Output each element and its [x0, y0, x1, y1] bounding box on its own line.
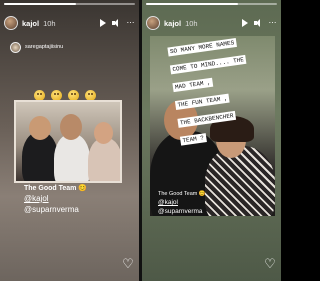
caption-title: The Good Team 😊: [24, 185, 88, 192]
more-icon[interactable]: ⋯: [126, 19, 135, 27]
mention-suparnverma[interactable]: @suparnverma: [158, 208, 206, 215]
group-photo: [14, 100, 122, 183]
story-progress-bar: [4, 3, 135, 5]
heart-icon[interactable]: ♡: [263, 257, 277, 271]
play-icon[interactable]: [242, 19, 248, 27]
timestamp: 10h: [43, 18, 56, 28]
mention-kajol[interactable]: @kajol: [24, 194, 87, 203]
play-icon[interactable]: [100, 19, 106, 27]
story-header: kajol 10h ⋯: [4, 14, 135, 32]
avatar[interactable]: [4, 16, 18, 30]
note-line: COME TO MIND.... THE: [169, 54, 247, 75]
story-caption: The Good Team 😊 @kajol @suparnverma: [158, 191, 206, 215]
speaker-icon[interactable]: [112, 19, 120, 27]
story-caption: The Good Team 😊 @kajol @suparnverma: [24, 184, 87, 214]
mention-kajol[interactable]: @kajol: [158, 199, 206, 206]
note-line: SO MANY MORE NAMES: [167, 38, 237, 57]
repost-avatar[interactable]: [10, 41, 21, 53]
heart-icon[interactable]: ♡: [121, 257, 135, 271]
note-line: THE FUN TEAM ,: [174, 93, 231, 111]
caption-title: The Good Team 😊: [158, 191, 206, 197]
story-panel-right[interactable]: kajol 10h ⋯ SO MANY MORE NAMES COME TO M…: [142, 0, 281, 281]
mention-suparnverma[interactable]: @suparnverma: [24, 205, 87, 214]
note-line: MAD TEAM ,: [172, 77, 214, 93]
avatar[interactable]: [146, 16, 160, 30]
timestamp: 10h: [185, 18, 198, 28]
reposted-story-card[interactable]: saregaptajiisinu: [10, 40, 130, 245]
username[interactable]: kajol: [22, 19, 39, 28]
note-line: TEAM ?: [179, 133, 207, 146]
repost-username[interactable]: saregaptajiisinu: [25, 44, 63, 50]
username[interactable]: kajol: [164, 19, 181, 28]
speaker-icon[interactable]: [254, 19, 262, 27]
more-icon[interactable]: ⋯: [268, 19, 277, 27]
story-progress-bar: [146, 3, 277, 5]
story-panel-left[interactable]: kajol 10h ⋯ saregaptajiisinu The Good Te…: [0, 0, 139, 281]
